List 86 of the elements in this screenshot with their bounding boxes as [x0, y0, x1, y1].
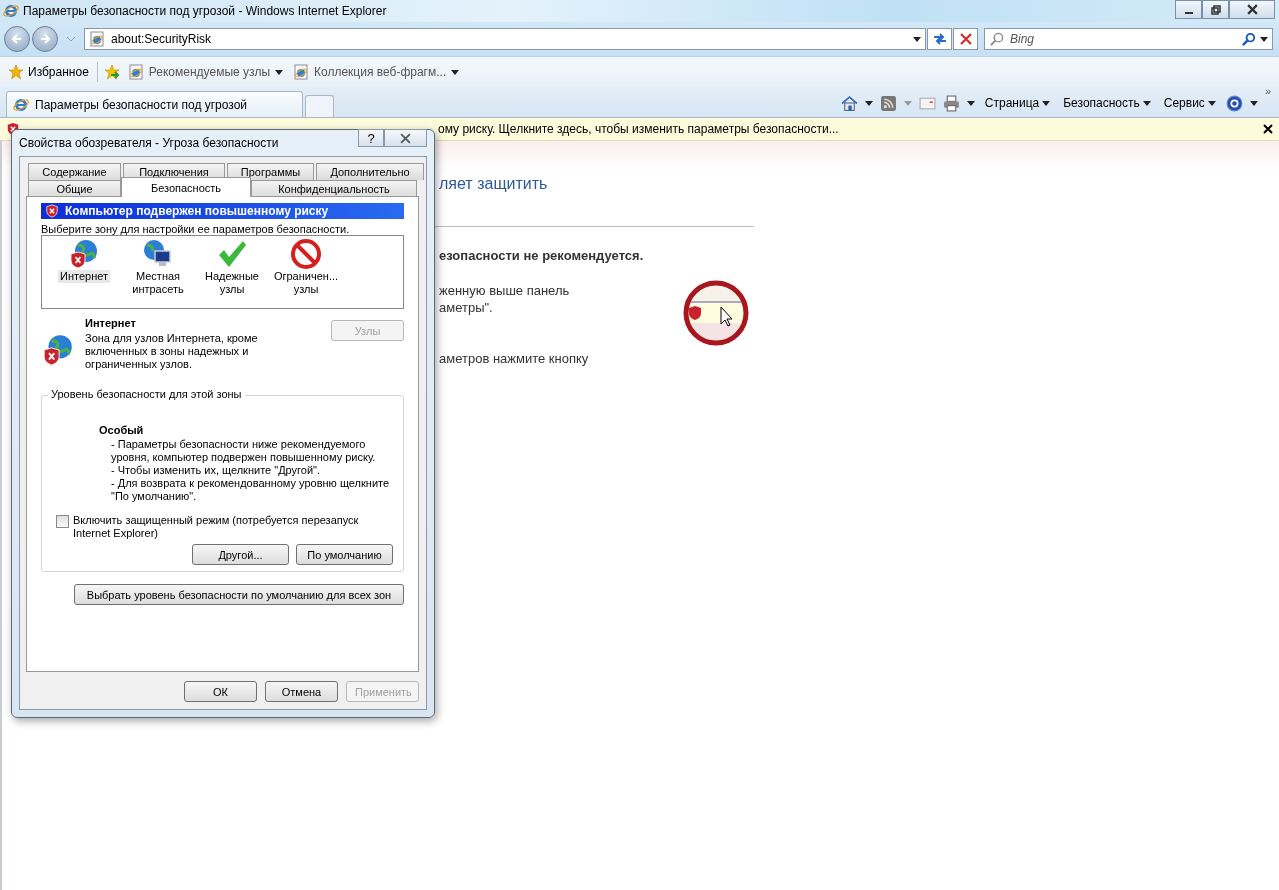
- dialog-tab[interactable]: Дополнительно: [316, 163, 424, 180]
- refresh-icon: [931, 31, 948, 47]
- caret-icon: [1042, 100, 1051, 106]
- level-button[interactable]: Другой...: [192, 544, 289, 565]
- caret-icon: [451, 69, 460, 75]
- home-icon[interactable]: [840, 94, 858, 112]
- address-field[interactable]: about:SecurityRisk: [84, 28, 926, 50]
- caret-icon: [275, 69, 283, 75]
- minimize-button[interactable]: [1175, 0, 1202, 19]
- page-icon: [89, 31, 105, 47]
- dropdown-caret-icon[interactable]: [864, 100, 873, 106]
- page-icon: [293, 64, 309, 80]
- close-button[interactable]: [384, 129, 427, 147]
- page-text: аметры".: [439, 300, 494, 315]
- globe-shield-icon: [41, 333, 75, 367]
- dropdown-caret-icon[interactable]: [1249, 100, 1258, 106]
- dropdown-caret-icon[interactable]: [966, 100, 975, 106]
- command-menu[interactable]: Страница: [981, 96, 1054, 110]
- dialog-button[interactable]: ОК: [184, 681, 257, 702]
- page-heading: ляет защитить: [439, 175, 548, 193]
- warning-text: езопасности не рекомендуется.: [439, 248, 644, 263]
- dropdown-caret-icon[interactable]: [1260, 36, 1268, 42]
- caret-icon: [1207, 100, 1216, 106]
- refresh-button[interactable]: [927, 28, 952, 50]
- level-name: Особый: [99, 424, 145, 436]
- level-note: - Параметры безопасности ниже рекомендуемого уровня, компьютер подвержен повышенному риску.: [111, 438, 377, 464]
- dialog-tab[interactable]: Содержание: [28, 163, 121, 180]
- magnifier-drawing: [682, 279, 750, 347]
- minimize-icon: [1184, 11, 1193, 14]
- favorites-link[interactable]: Коллекция веб-фрагм...: [291, 64, 462, 80]
- help-icon[interactable]: [1225, 94, 1243, 112]
- star-icon: [8, 64, 24, 80]
- search-field[interactable]: Bing: [984, 28, 1273, 50]
- zone-prompt: Выберите зону для настройки ее параметров безопасности.: [41, 223, 351, 235]
- zone-name: Интернет: [85, 317, 137, 329]
- help-button[interactable]: ?: [358, 129, 384, 147]
- search-icon: [989, 31, 1004, 47]
- globe-shield-icon: [68, 238, 100, 270]
- checkbox[interactable]: [56, 515, 69, 528]
- favorites-link[interactable]: Рекомендуемые узлы: [125, 64, 285, 80]
- info-bar-text: ому риску. Щелкните здесь, чтобы изменить параметры безопасности...: [438, 122, 839, 136]
- level-note: - Чтобы изменить их, щелкните "Другой".: [111, 464, 322, 477]
- checkbox-label: Включить защищенный режим (потребуется перезапуск Internet Explorer): [73, 514, 360, 540]
- dropdown-caret-icon[interactable]: [913, 36, 921, 42]
- favorites-button[interactable]: Избранное: [6, 64, 91, 80]
- level-note: - Для возврата к рекомендованному уровню щелкните "По умолчанию".: [111, 477, 391, 503]
- reset-all-button[interactable]: Выбрать уровень безопасности по умолчанию для всех зон: [74, 584, 404, 605]
- stop-icon: [959, 33, 972, 45]
- browser-logo-icon: [3, 3, 19, 19]
- browser-logo-icon: [13, 96, 29, 113]
- level-button[interactable]: По умолчанию: [296, 544, 393, 565]
- dialog-button[interactable]: Отмена: [265, 681, 338, 702]
- browser-tab[interactable]: Параметры безопасности под угрозой: [6, 91, 303, 117]
- banner-text: Компьютер подвержен повышенному риску: [65, 204, 329, 218]
- close-icon: [1246, 4, 1258, 15]
- overflow-chevron[interactable]: »: [1264, 85, 1271, 97]
- dialog-tab[interactable]: Программы: [227, 163, 314, 180]
- stop-button[interactable]: [953, 28, 978, 50]
- zone-item[interactable]: Интернет: [48, 238, 120, 283]
- page-text: женную выше панель: [439, 283, 570, 298]
- page-text: аметров нажмите кнопку: [439, 351, 589, 366]
- zone-item[interactable]: Надежные узлы: [196, 238, 268, 296]
- command-menu[interactable]: Сервис: [1160, 96, 1219, 110]
- command-menu[interactable]: Безопасность: [1060, 96, 1154, 110]
- no-entry-icon: [290, 238, 322, 270]
- restore-icon: [1210, 4, 1221, 15]
- close-icon: [400, 132, 411, 144]
- close-button[interactable]: [1229, 0, 1275, 19]
- add-favorite-icon[interactable]: [103, 64, 120, 80]
- maximize-button[interactable]: [1202, 0, 1229, 19]
- address-text: about:SecurityRisk: [111, 32, 213, 46]
- printer-icon[interactable]: [942, 94, 960, 112]
- forward-button[interactable]: [32, 26, 58, 52]
- window-title: Параметры безопасности под угрозой - Windows Internet Explorer: [23, 4, 387, 18]
- page-icon: [127, 64, 144, 80]
- zone-description: Зона для узлов Интернета, кроме включенных в зоны надежных и ограниченных узлов.: [85, 332, 259, 371]
- feed-icon[interactable]: [879, 94, 897, 112]
- caret-icon: [1142, 100, 1151, 106]
- group-legend: Уровень безопасности для этой зоны: [48, 388, 245, 400]
- dialog-tab[interactable]: Безопасность: [121, 177, 251, 197]
- search-icon[interactable]: [1241, 31, 1256, 47]
- zone-item[interactable]: Ограничен... узлы: [270, 238, 342, 296]
- zone-item[interactable]: Местная интрасеть: [122, 238, 194, 296]
- shield-warning-icon: [45, 204, 59, 218]
- back-button[interactable]: [4, 26, 30, 52]
- close-icon[interactable]: [1263, 124, 1273, 134]
